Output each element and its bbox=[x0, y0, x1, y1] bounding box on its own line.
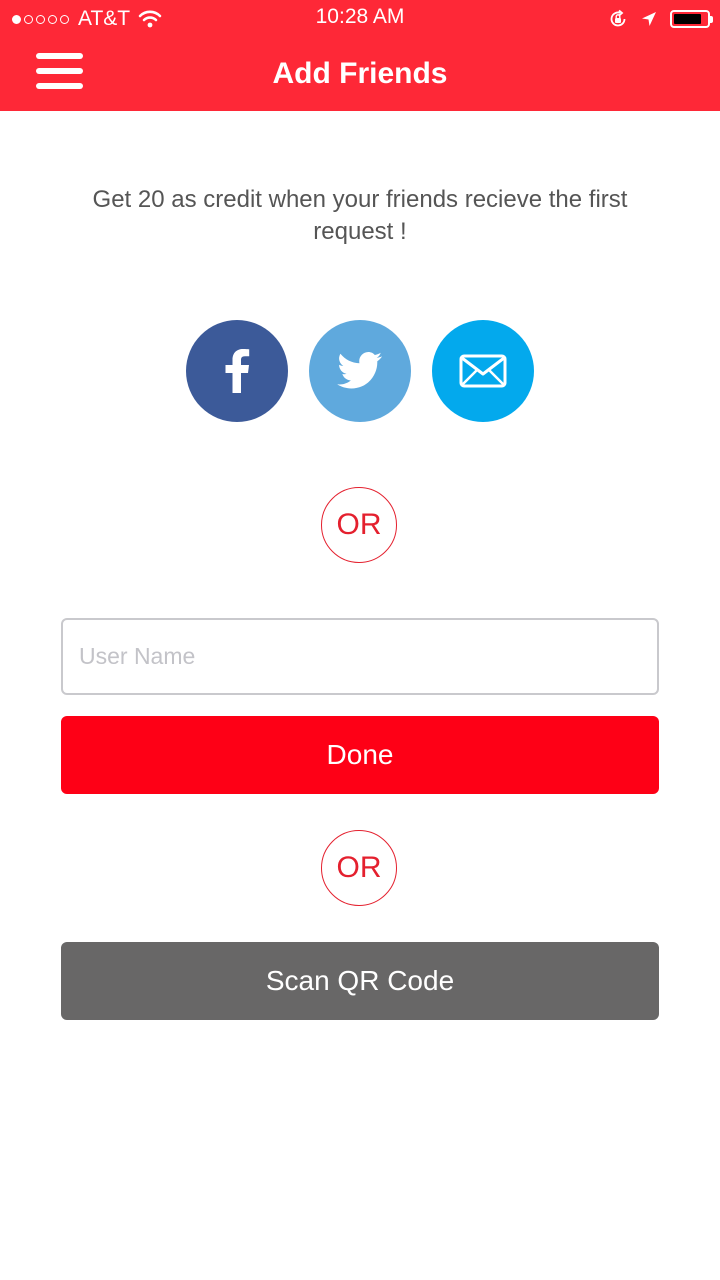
or-separator: OR bbox=[321, 830, 397, 906]
header-bar: AT&T 10:28 AM Add Friends bbox=[0, 0, 720, 111]
email-button[interactable] bbox=[432, 320, 534, 422]
facebook-button[interactable] bbox=[186, 320, 288, 422]
signal-strength-icon bbox=[12, 14, 72, 24]
facebook-icon bbox=[225, 349, 250, 393]
twitter-icon bbox=[337, 352, 383, 389]
hamburger-menu-icon bbox=[36, 53, 83, 59]
social-share-buttons bbox=[186, 320, 534, 422]
wifi-icon bbox=[138, 10, 162, 28]
status-bar-right bbox=[596, 6, 713, 32]
mail-icon bbox=[459, 354, 507, 388]
scan-qr-code-button[interactable]: Scan QR Code bbox=[61, 942, 659, 1020]
menu-button[interactable] bbox=[36, 53, 83, 89]
username-input[interactable] bbox=[61, 618, 659, 695]
status-bar-left: AT&T bbox=[12, 6, 162, 32]
location-arrow-icon bbox=[642, 12, 656, 26]
done-button[interactable]: Done bbox=[61, 716, 659, 794]
twitter-button[interactable] bbox=[309, 320, 411, 422]
page-title: Add Friends bbox=[272, 57, 448, 90]
status-bar: AT&T 10:28 AM bbox=[0, 0, 720, 40]
or-separator: OR bbox=[321, 487, 397, 563]
carrier-name: AT&T bbox=[78, 7, 131, 30]
orientation-lock-icon bbox=[610, 9, 626, 27]
battery-icon bbox=[670, 10, 713, 28]
credit-info-text: Get 20 as credit when your friends recie… bbox=[92, 186, 628, 245]
